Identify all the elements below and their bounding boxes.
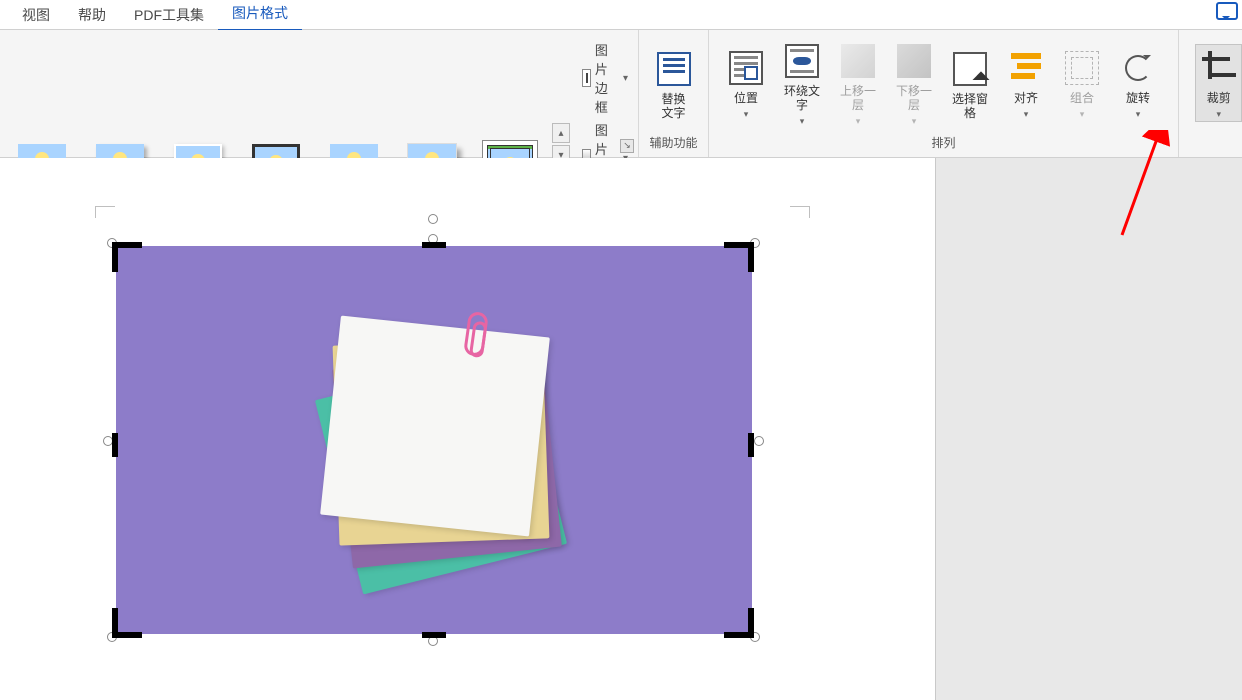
crop-icon: [1202, 51, 1236, 85]
group-arrange: 位置 ▾ 环绕文 字 ▾ 上移一层 ▾ 下移一层 ▾ 选择窗格: [709, 30, 1179, 157]
send-backward-icon: [897, 44, 931, 78]
chevron-down-icon: ▾: [744, 107, 749, 121]
group-accessibility: 替换 文字 辅助功能: [639, 30, 709, 157]
selection-pane-label: 选择窗格: [947, 92, 993, 120]
align-label: 对齐: [1014, 91, 1038, 105]
alt-text-button[interactable]: 替换 文字: [649, 46, 699, 120]
align-button[interactable]: 对齐 ▾: [1001, 45, 1051, 121]
comments-icon[interactable]: [1216, 2, 1238, 20]
rotate-button[interactable]: 旋转 ▾: [1113, 45, 1163, 121]
group-label-size: 大小: [1185, 132, 1242, 155]
selected-image[interactable]: [116, 246, 752, 634]
page-canvas[interactable]: [0, 158, 935, 700]
alt-text-icon: [657, 52, 691, 86]
group-button: 组合 ▾: [1057, 45, 1107, 121]
gallery-scroll-up[interactable]: ▴: [552, 123, 570, 143]
send-backward-label: 下移一层: [891, 84, 937, 112]
resize-handle-r[interactable]: [754, 436, 764, 446]
picture-border-button[interactable]: 图片边框 ▾: [582, 40, 628, 116]
selection-pane-icon: [953, 52, 987, 86]
image-content: [296, 306, 576, 576]
side-panel: [935, 158, 1242, 700]
tab-pdf-tools[interactable]: PDF工具集: [120, 0, 218, 31]
chevron-down-icon: ▾: [1216, 107, 1221, 121]
group-icon: [1065, 51, 1099, 85]
position-icon: [729, 51, 763, 85]
crop-label: 裁剪: [1207, 91, 1231, 105]
crop-handle-br[interactable]: [748, 608, 754, 638]
wrap-label-1: 环绕文: [784, 84, 820, 98]
crop-button[interactable]: 裁剪 ▾: [1195, 44, 1242, 122]
chevron-down-icon: ▾: [800, 114, 805, 128]
margin-corner-tr: [790, 206, 810, 218]
alt-text-label-2: 文字: [662, 106, 686, 120]
group-picture-styles: ▴ ▾ ▿ 图片边框 ▾ 图片效果 ▾ 图片版式 ▾: [0, 30, 639, 157]
group-label-arrange: 排列: [715, 132, 1172, 155]
selection-pane-button[interactable]: 选择窗格: [945, 46, 995, 120]
rotate-icon: [1121, 51, 1155, 85]
crop-handle-tl[interactable]: [112, 242, 118, 272]
ribbon: ▴ ▾ ▿ 图片边框 ▾ 图片效果 ▾ 图片版式 ▾: [0, 30, 1242, 158]
picture-styles-launcher[interactable]: ↘: [620, 139, 634, 153]
tab-picture-format[interactable]: 图片格式: [218, 0, 302, 32]
chevron-down-icon: ▾: [856, 114, 861, 128]
align-icon: [1009, 51, 1043, 85]
crop-handle-t[interactable]: [422, 242, 446, 248]
margin-corner-tl: [95, 206, 115, 218]
rotate-handle[interactable]: [428, 214, 438, 224]
chevron-down-icon: ▾: [1080, 107, 1085, 121]
document-area: [0, 158, 1242, 700]
chevron-down-icon: ▾: [912, 114, 917, 128]
crop-handle-b[interactable]: [422, 632, 446, 638]
chevron-down-icon: ▾: [1024, 107, 1029, 121]
picture-border-label: 图片边框: [595, 40, 617, 116]
ribbon-tabs: 视图 帮助 PDF工具集 图片格式: [0, 0, 1242, 30]
crop-handle-tr[interactable]: [748, 242, 754, 272]
wrap-label-2: 字: [796, 98, 808, 112]
position-button[interactable]: 位置 ▾: [721, 45, 771, 121]
crop-handle-bl[interactable]: [112, 608, 118, 638]
tab-help[interactable]: 帮助: [64, 0, 120, 31]
tab-view[interactable]: 视图: [8, 0, 64, 31]
wrap-text-button[interactable]: 环绕文 字 ▾: [777, 38, 827, 128]
chevron-down-icon: ▾: [1136, 107, 1141, 121]
send-backward-button: 下移一层 ▾: [889, 38, 939, 128]
position-label: 位置: [734, 91, 758, 105]
bring-forward-button: 上移一层 ▾: [833, 38, 883, 128]
alt-text-label-1: 替换: [662, 92, 686, 106]
border-icon: [582, 69, 591, 87]
group-label-accessibility: 辅助功能: [645, 132, 702, 155]
bring-forward-icon: [841, 44, 875, 78]
group-size: 裁剪 ▾ 高度 宽度 大小: [1179, 30, 1242, 157]
chevron-down-icon: ▾: [623, 73, 628, 84]
crop-handle-l[interactable]: [112, 433, 118, 457]
rotate-label: 旋转: [1126, 91, 1150, 105]
group-label: 组合: [1070, 91, 1094, 105]
crop-handle-r[interactable]: [748, 433, 754, 457]
bring-forward-label: 上移一层: [835, 84, 881, 112]
wrap-text-icon: [785, 44, 819, 78]
